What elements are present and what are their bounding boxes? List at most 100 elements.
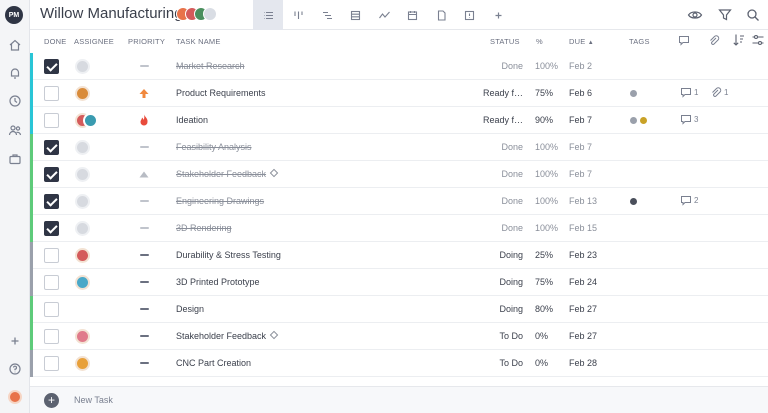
assignee-avatar[interactable]: [75, 140, 90, 155]
team-avatar[interactable]: [203, 7, 217, 21]
task-row[interactable]: Stakeholder Feedback Done 100% Feb 7: [30, 161, 768, 188]
task-name[interactable]: Feasibility Analysis: [176, 142, 252, 152]
assignee-avatar[interactable]: [75, 59, 90, 74]
timesheet-icon[interactable]: [8, 94, 22, 108]
assignee-avatar[interactable]: [75, 356, 90, 371]
new-task-row[interactable]: + New Task: [30, 386, 768, 413]
percent-cell[interactable]: 90%: [535, 115, 553, 125]
task-row[interactable]: CNC Part Creation To Do 0% Feb 28: [30, 350, 768, 377]
due-date-cell[interactable]: Feb 23: [569, 250, 597, 260]
priority-medium-icon[interactable]: [137, 330, 151, 342]
tag-dot[interactable]: [630, 117, 637, 124]
priority-critical-icon[interactable]: [137, 114, 151, 126]
done-checkbox[interactable]: [44, 275, 59, 290]
search-icon[interactable]: [745, 7, 761, 23]
status-cell[interactable]: Doing: [483, 250, 523, 260]
add-task-icon[interactable]: +: [44, 393, 59, 408]
percent-cell[interactable]: 0%: [535, 331, 548, 341]
status-cell[interactable]: Ready f…: [483, 115, 523, 125]
percent-cell[interactable]: 75%: [535, 277, 553, 287]
app-logo[interactable]: PM: [5, 6, 23, 24]
assignee-avatar[interactable]: [75, 221, 90, 236]
column-settings-icon[interactable]: [751, 33, 765, 49]
priority-medium-icon[interactable]: [137, 249, 151, 261]
priority-low-icon[interactable]: [137, 222, 151, 234]
files-view-icon[interactable]: [426, 0, 456, 30]
priority-low-icon[interactable]: [137, 141, 151, 153]
tag-dot[interactable]: [640, 117, 647, 124]
done-checkbox[interactable]: [44, 221, 59, 236]
due-date-cell[interactable]: Feb 2: [569, 61, 592, 71]
due-date-cell[interactable]: Feb 24: [569, 277, 597, 287]
due-date-cell[interactable]: Feb 6: [569, 88, 592, 98]
status-cell[interactable]: Doing: [483, 304, 523, 314]
task-name[interactable]: 3D Printed Prototype: [176, 277, 260, 287]
percent-cell[interactable]: 25%: [535, 250, 553, 260]
task-name[interactable]: Ideation: [176, 115, 208, 125]
board-view-icon[interactable]: [283, 0, 313, 30]
percent-cell[interactable]: 80%: [535, 304, 553, 314]
due-date-cell[interactable]: Feb 7: [569, 169, 592, 179]
home-icon[interactable]: [8, 38, 22, 52]
team-icon[interactable]: [8, 123, 22, 137]
due-date-cell[interactable]: Feb 27: [569, 304, 597, 314]
status-cell[interactable]: Doing: [483, 277, 523, 287]
status-cell[interactable]: To Do: [483, 358, 523, 368]
notifications-icon[interactable]: [8, 66, 22, 80]
status-cell[interactable]: Done: [483, 169, 523, 179]
done-checkbox[interactable]: [44, 59, 59, 74]
priority-low-icon[interactable]: [137, 60, 151, 72]
help-icon[interactable]: [8, 362, 22, 376]
due-date-cell[interactable]: Feb 13: [569, 196, 597, 206]
assignee-avatar[interactable]: [75, 194, 90, 209]
due-date-cell[interactable]: Feb 27: [569, 331, 597, 341]
comments-count[interactable]: 3: [680, 114, 698, 125]
task-row[interactable]: 3D Printed Prototype Doing 75% Feb 24: [30, 269, 768, 296]
task-name[interactable]: Market Research: [176, 61, 245, 71]
comments-count[interactable]: 1: [680, 87, 698, 98]
status-cell[interactable]: Done: [483, 142, 523, 152]
assignee-avatar[interactable]: [75, 248, 90, 263]
done-checkbox[interactable]: [44, 140, 59, 155]
col-status[interactable]: STATUS: [490, 37, 520, 46]
task-row[interactable]: 3D Rendering Done 100% Feb 15: [30, 215, 768, 242]
col-priority[interactable]: PRIORITY: [128, 37, 165, 46]
status-cell[interactable]: Done: [483, 196, 523, 206]
done-checkbox[interactable]: [44, 302, 59, 317]
task-row[interactable]: Design Doing 80% Feb 27: [30, 296, 768, 323]
attachments-count[interactable]: 1: [710, 87, 728, 98]
task-name[interactable]: Durability & Stress Testing: [176, 250, 281, 260]
assignee-avatar[interactable]: [83, 113, 98, 128]
done-checkbox[interactable]: [44, 194, 59, 209]
col-task-name[interactable]: TASK NAME: [176, 37, 221, 46]
col-due[interactable]: DUE ▲: [569, 37, 594, 46]
eye-icon[interactable]: [687, 7, 703, 23]
due-date-cell[interactable]: Feb 7: [569, 115, 592, 125]
due-date-cell[interactable]: Feb 28: [569, 358, 597, 368]
comments-count[interactable]: 2: [680, 195, 698, 206]
done-checkbox[interactable]: [44, 356, 59, 371]
priority-medium-icon[interactable]: [137, 303, 151, 315]
gantt-view-icon[interactable]: [312, 0, 342, 30]
status-cell[interactable]: Done: [483, 61, 523, 71]
task-name[interactable]: Engineering Drawings: [176, 196, 264, 206]
done-checkbox[interactable]: [44, 329, 59, 344]
percent-cell[interactable]: 100%: [535, 61, 558, 71]
done-checkbox[interactable]: [44, 86, 59, 101]
task-name[interactable]: CNC Part Creation: [176, 358, 251, 368]
col-percent[interactable]: %: [536, 37, 543, 46]
calendar-view-icon[interactable]: [397, 0, 427, 30]
priority-high-icon[interactable]: [137, 87, 151, 99]
assignee-avatar[interactable]: [75, 275, 90, 290]
priority-medium-icon[interactable]: [137, 276, 151, 288]
new-task-label[interactable]: New Task: [74, 395, 113, 405]
dashboard-view-icon[interactable]: [369, 0, 399, 30]
overview-icon[interactable]: [454, 0, 484, 30]
status-cell[interactable]: To Do: [483, 331, 523, 341]
assignee-avatar[interactable]: [75, 329, 90, 344]
list-view-icon[interactable]: [253, 0, 283, 30]
sort-icon[interactable]: [732, 33, 745, 49]
assignee-avatar[interactable]: [75, 167, 90, 182]
done-checkbox[interactable]: [44, 248, 59, 263]
priority-medium-icon[interactable]: [137, 357, 151, 369]
